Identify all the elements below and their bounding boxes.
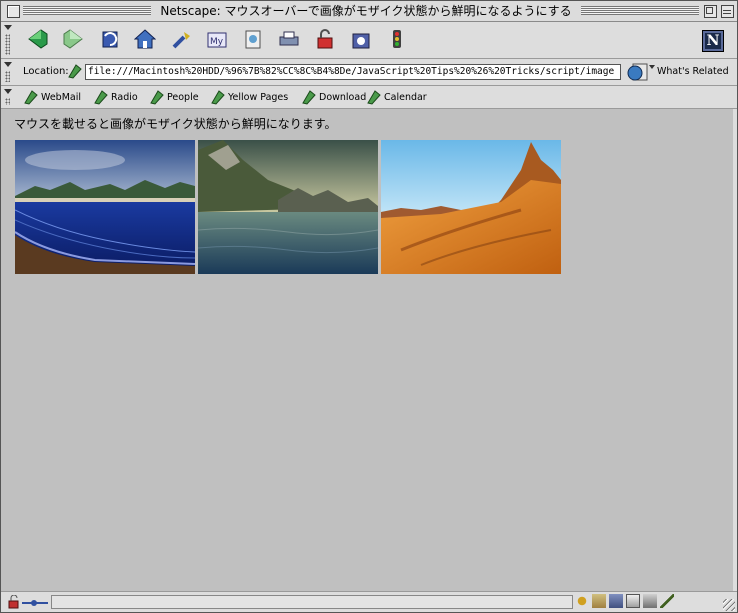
bookmark-radio[interactable]: Radio (93, 89, 138, 105)
bookmark-label: Yellow Pages (228, 91, 289, 103)
reload-button[interactable] (99, 28, 121, 50)
bookmark-label: Download (319, 91, 367, 103)
edit-pen-icon[interactable] (660, 594, 674, 608)
images-button[interactable] (242, 28, 264, 50)
whats-related-dropdown-icon[interactable] (649, 65, 655, 69)
title-bar[interactable]: Netscape: マウスオーバーで画像がモザイク状態から鮮明になるようにする (1, 1, 737, 22)
bookmark-icon (94, 90, 108, 105)
page-proxy-icon[interactable] (67, 63, 83, 79)
shop-button[interactable] (350, 28, 372, 50)
location-label: Location: (23, 66, 69, 77)
home-icon (134, 29, 156, 49)
forward-icon (63, 29, 83, 49)
print-button[interactable] (278, 28, 300, 50)
close-box-icon[interactable] (7, 5, 20, 18)
window-title: Netscape: マウスオーバーで画像がモザイク状態から鮮明になるようにする (151, 3, 581, 19)
bookmark-icon (302, 90, 316, 105)
location-input[interactable]: file:///Macintosh%20HDD/%96%7B%82%CC%8C%… (85, 64, 621, 80)
bookmark-label: People (167, 91, 199, 103)
page-text: マウスを載せると画像がモザイク状態から鮮明になります。 (14, 117, 337, 131)
bookmark-icon (24, 90, 38, 105)
desert-mountain-graphic (381, 140, 561, 274)
instant-messenger-icon[interactable] (643, 594, 657, 608)
status-bar (1, 591, 737, 612)
bookmark-yellow-pages[interactable]: Yellow Pages (210, 89, 288, 105)
toolbar-collapse-grip[interactable] (3, 24, 12, 56)
forward-button[interactable] (62, 28, 84, 50)
toolbar-collapse-grip[interactable] (3, 61, 12, 83)
personal-toolbar: WebMail Radio People Yellow Pages Downlo… (1, 86, 737, 109)
bookmark-icon (211, 90, 225, 105)
navigator-icon[interactable] (575, 594, 589, 608)
back-icon (28, 29, 48, 49)
collapse-box-icon[interactable] (721, 5, 734, 18)
security-button[interactable] (314, 28, 336, 50)
whats-related-button[interactable]: What's Related (657, 66, 729, 77)
my-netscape-button[interactable]: My (206, 28, 228, 50)
component-bar (575, 594, 674, 608)
bookmark-label: Calendar (384, 91, 427, 103)
shop-icon (352, 33, 370, 49)
address-book-icon[interactable] (626, 594, 640, 608)
bookmark-people[interactable]: People (149, 89, 199, 105)
whats-related-icon[interactable] (627, 62, 649, 82)
sea-mountain-graphic (198, 140, 378, 274)
security-icon (317, 29, 333, 49)
connection-status-icon[interactable] (6, 595, 50, 609)
location-toolbar: Location: file:///Macintosh%20HDD/%96%7B… (1, 59, 737, 86)
status-message-area (51, 595, 573, 609)
mail-icon[interactable] (592, 594, 606, 608)
toolbar-collapse-grip[interactable] (3, 88, 12, 106)
resize-grip-icon[interactable] (723, 599, 735, 611)
composer-icon[interactable] (609, 594, 623, 608)
bookmark-calendar[interactable]: Calendar (366, 89, 427, 105)
beach-landscape-image[interactable] (15, 140, 195, 274)
search-button[interactable] (170, 28, 192, 50)
desert-mountain-image[interactable] (381, 140, 561, 274)
bookmark-icon (367, 90, 381, 105)
search-icon (172, 32, 190, 49)
my-netscape-icon: My (207, 32, 227, 48)
stop-icon (393, 30, 401, 48)
print-icon (279, 31, 299, 46)
browser-window: Netscape: マウスオーバーで画像がモザイク状態から鮮明になるようにする … (0, 0, 738, 613)
bookmark-icon (150, 90, 164, 105)
bookmark-webmail[interactable]: WebMail (23, 89, 81, 105)
bookmark-label: WebMail (41, 91, 82, 103)
reload-icon (102, 31, 118, 48)
zoom-box-icon[interactable] (704, 5, 717, 18)
home-button[interactable] (134, 28, 156, 50)
stop-button[interactable] (386, 28, 408, 50)
netscape-logo-icon[interactable]: N (702, 30, 724, 52)
svg-text:My: My (210, 37, 224, 47)
back-button[interactable] (27, 28, 49, 50)
bookmark-download[interactable]: Download (301, 89, 366, 105)
navigation-toolbar: My N (1, 22, 737, 59)
beach-landscape-graphic (15, 140, 195, 274)
images-icon (245, 30, 261, 49)
page-content: マウスを載せると画像がモザイク状態から鮮明になります。 (1, 109, 737, 591)
sea-mountain-image[interactable] (198, 140, 378, 274)
bookmark-label: Radio (111, 91, 138, 103)
